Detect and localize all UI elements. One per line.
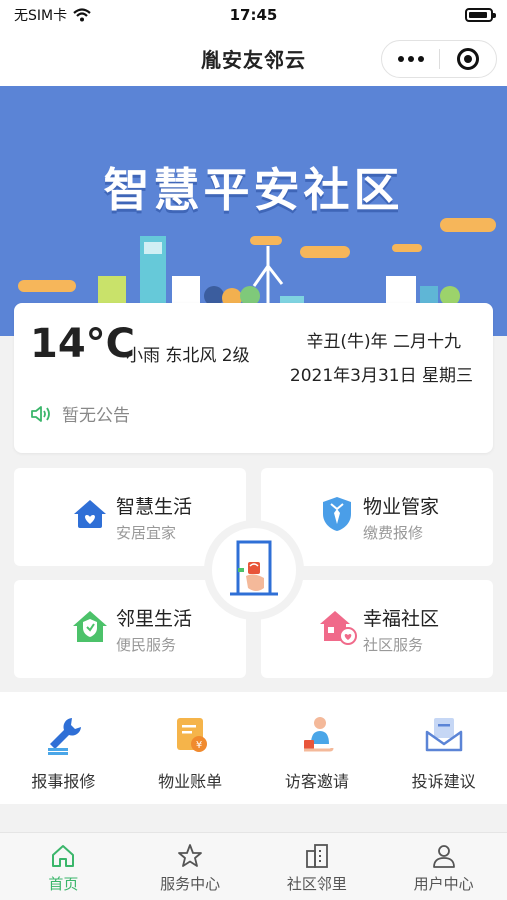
carrier-label: 无SIM卡	[14, 8, 68, 24]
tab-community[interactable]: 社区邻里	[254, 833, 381, 900]
wrench-icon	[48, 718, 82, 755]
quick-item-visitor[interactable]: 访客邀请	[254, 692, 381, 804]
status-bar: 无SIM卡 17:45	[0, 0, 507, 30]
nav-bar: 胤安友邻云	[0, 30, 507, 86]
bill-icon: ¥	[177, 718, 208, 752]
target-icon	[456, 48, 479, 70]
battery-icon	[465, 8, 496, 22]
wifi-icon	[73, 8, 91, 22]
page-title: 胤安友邻云	[201, 47, 306, 72]
bottom-tab-bar: 首页 服务中心 社区邻里 用户中心	[0, 832, 507, 900]
quick-services: 报事报修 ¥ 物业账单 访客邀请 投诉建议	[0, 692, 507, 804]
feature-title: 智慧生活	[116, 496, 193, 518]
feature-subtitle: 安居宜家	[116, 524, 177, 542]
banner-title: 智慧平安社区	[103, 163, 404, 217]
cloud-decoration	[440, 218, 496, 232]
tab-home[interactable]: 首页	[0, 833, 127, 900]
weather-description: 小雨 东北风 2级	[126, 346, 250, 366]
quick-label: 访客邀请	[284, 772, 349, 791]
user-icon	[432, 845, 455, 868]
quick-label: 报事报修	[31, 772, 96, 791]
quick-item-repair[interactable]: 报事报修	[0, 692, 127, 804]
feature-title: 幸福社区	[363, 608, 440, 630]
gregorian-date: 2021年3月31日 星期三	[289, 366, 473, 386]
notice-bar[interactable]: 暂无公告	[30, 401, 130, 426]
butler-shield-icon	[323, 497, 351, 531]
door-access-icon	[230, 540, 278, 596]
door-access-button[interactable]	[204, 520, 304, 620]
tab-label: 用户中心	[413, 875, 474, 893]
notice-text: 暂无公告	[62, 406, 130, 426]
complaint-icon	[425, 718, 462, 752]
feature-subtitle: 社区服务	[363, 636, 424, 654]
tab-user-center[interactable]: 用户中心	[380, 833, 507, 900]
speaker-icon	[31, 405, 50, 422]
quick-label: 投诉建议	[411, 772, 476, 791]
community-house-icon	[320, 611, 357, 645]
close-button[interactable]	[440, 41, 496, 77]
weather-card: 14°C 小雨 东北风 2级 辛丑(牛)年 二月十九 2021年3月31日 星期…	[14, 303, 493, 453]
smart-home-icon	[74, 500, 106, 528]
tab-label: 社区邻里	[286, 875, 347, 893]
banner[interactable]: 智慧平安社区	[0, 86, 507, 336]
feature-subtitle: 便民服务	[116, 636, 177, 654]
lunar-date: 辛丑(牛)年 二月十九	[306, 332, 461, 352]
more-button[interactable]	[382, 41, 439, 77]
visitor-icon	[303, 717, 334, 752]
building-icon	[305, 844, 328, 868]
tab-label: 服务中心	[160, 875, 221, 893]
star-icon	[178, 844, 203, 867]
neighbor-home-icon	[73, 611, 107, 642]
tab-label: 首页	[48, 875, 79, 893]
tab-service-center[interactable]: 服务中心	[127, 833, 254, 900]
quick-item-complaint[interactable]: 投诉建议	[380, 692, 507, 804]
feature-title: 邻里生活	[116, 608, 193, 630]
svg-text:¥: ¥	[196, 740, 202, 751]
feature-title: 物业管家	[363, 496, 440, 518]
quick-item-bill[interactable]: ¥ 物业账单	[127, 692, 254, 804]
mini-program-capsule	[381, 40, 497, 78]
home-icon	[52, 845, 75, 867]
feature-subtitle: 缴费报修	[363, 524, 424, 542]
temperature: 14°C	[30, 321, 136, 367]
quick-label: 物业账单	[158, 772, 223, 791]
